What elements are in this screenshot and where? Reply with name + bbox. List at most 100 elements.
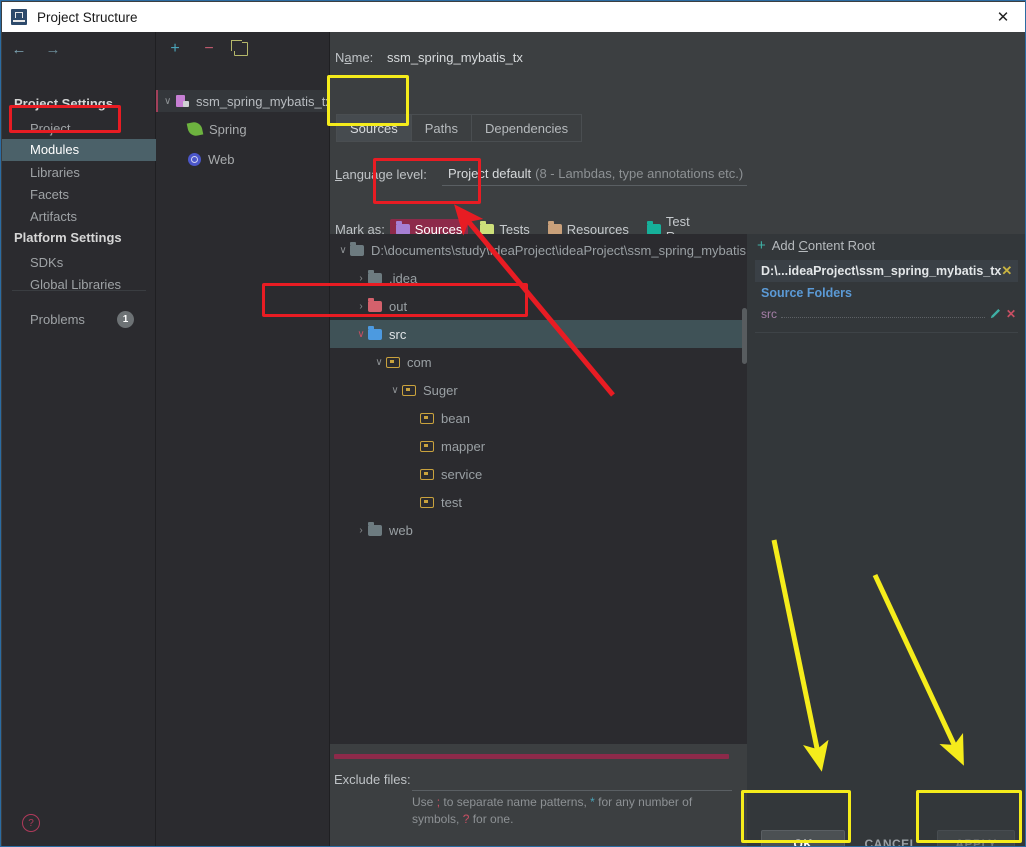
module-name-row: Name: ssm_spring_mybatis_tx xyxy=(335,50,523,65)
sidebar-item-artifacts[interactable]: Artifacts xyxy=(2,206,156,228)
tab-sources[interactable]: Sources xyxy=(336,114,411,142)
tree-row-label: service xyxy=(441,466,483,482)
tree-row-suger[interactable]: ∨ Suger xyxy=(330,376,747,404)
tree-row-content-root[interactable]: ∨ D:\documents\study\IdeaProject\ideaPro… xyxy=(330,236,747,264)
chevron-down-icon[interactable]: ∨ xyxy=(354,329,368,340)
close-icon[interactable]: ✕ xyxy=(980,2,1025,32)
module-facet-spring[interactable]: Spring xyxy=(156,118,330,140)
editor-tabs: Sources Paths Dependencies xyxy=(336,114,583,142)
package-icon xyxy=(420,468,434,480)
sidebar-item-modules[interactable]: Modules xyxy=(2,139,156,161)
sidebar-item-sdks[interactable]: SDKs xyxy=(2,252,156,274)
sidebar-item-global-libraries[interactable]: Global Libraries xyxy=(2,274,156,296)
tree-row-idea[interactable]: › .idea xyxy=(330,264,747,292)
ok-button[interactable]: OK xyxy=(761,830,845,846)
folder-sources-icon xyxy=(395,220,410,235)
folder-source-icon xyxy=(368,325,382,340)
tree-row-label: test xyxy=(441,494,462,510)
folder-icon xyxy=(350,241,364,256)
module-editor-panel: Name: ssm_spring_mybatis_tx Sources Path… xyxy=(330,32,829,846)
sidebar-group-project-settings: Project Settings xyxy=(14,96,113,111)
package-icon xyxy=(402,384,416,396)
language-level-value: Project default xyxy=(448,166,532,181)
tree-row-com[interactable]: ∨ com xyxy=(330,348,747,376)
module-icon xyxy=(176,95,190,107)
exclude-files-hint: Use ; to separate name patterns, * for a… xyxy=(412,794,732,828)
module-toolbar: + − xyxy=(156,36,330,62)
sidebar-divider xyxy=(12,290,146,291)
dialog-body: ← → Project Settings Project Modules Lib… xyxy=(2,32,1025,846)
chevron-down-icon[interactable]: ∨ xyxy=(336,245,350,256)
tab-paths[interactable]: Paths xyxy=(410,114,471,142)
language-level-label: Language level: xyxy=(335,166,427,182)
tree-row-label: mapper xyxy=(441,438,486,454)
pencil-icon[interactable] xyxy=(986,306,1003,323)
help-icon[interactable]: ? xyxy=(22,814,40,832)
forward-icon[interactable]: → xyxy=(44,40,62,58)
settings-sidebar: ← → Project Settings Project Modules Lib… xyxy=(2,32,156,846)
module-name-value[interactable]: ssm_spring_mybatis_tx xyxy=(387,50,523,65)
hint-end: for one. xyxy=(469,812,514,826)
tree-row-bean[interactable]: bean xyxy=(330,404,747,432)
module-facet-web[interactable]: Web xyxy=(156,148,330,170)
intellij-idea-icon xyxy=(11,9,27,25)
remove-content-root-icon[interactable]: ✕ xyxy=(1001,263,1012,279)
package-icon xyxy=(420,440,434,452)
apply-button[interactable]: APPLY xyxy=(937,830,1015,846)
module-editor-header: Name: ssm_spring_mybatis_tx Sources Path… xyxy=(330,32,829,244)
window-title: Project Structure xyxy=(37,9,138,25)
tree-row-label: web xyxy=(389,522,413,538)
chevron-down-icon[interactable]: ∨ xyxy=(388,385,402,396)
right-panel-divider xyxy=(755,332,1018,333)
add-module-icon[interactable]: + xyxy=(166,40,184,58)
module-name-label: Name: xyxy=(335,50,374,65)
project-structure-dialog: Project Structure ✕ ← → Project Settings… xyxy=(0,0,1026,847)
content-root-path: D:\...ideaProject\ssm_spring_mybatis_tx xyxy=(761,264,1002,278)
tree-row-web[interactable]: › web xyxy=(330,516,747,544)
title-bar: Project Structure ✕ xyxy=(2,2,1025,32)
delete-source-folder-icon[interactable]: ✕ xyxy=(1006,307,1016,321)
source-folder-row[interactable]: src ✕ xyxy=(761,305,1016,323)
tab-dependencies[interactable]: Dependencies xyxy=(470,114,583,142)
sidebar-item-problems[interactable]: Problems 1 xyxy=(2,307,156,331)
tree-row-label: src xyxy=(389,326,407,342)
sidebar-group-platform-settings: Platform Settings xyxy=(14,230,122,245)
tree-row-label: out xyxy=(389,298,408,314)
sidebar-item-project[interactable]: Project xyxy=(2,118,156,140)
copy-module-icon[interactable] xyxy=(231,40,248,56)
add-content-root-button[interactable]: + Add Content Root xyxy=(757,238,875,253)
module-list-panel: + − ∨ ssm_spring_mybatis_tx Spring Web xyxy=(156,32,332,846)
tree-row-test[interactable]: test xyxy=(330,488,747,516)
problems-count-badge: 1 xyxy=(117,310,134,328)
chevron-right-icon[interactable]: › xyxy=(354,525,368,536)
back-icon[interactable]: ← xyxy=(10,40,28,58)
tree-row-label: com xyxy=(407,354,432,370)
tree-row-src[interactable]: ∨ src xyxy=(330,320,747,348)
folder-excluded-icon xyxy=(368,297,382,312)
folder-tests-icon xyxy=(480,220,495,235)
tree-row-service[interactable]: service xyxy=(330,460,747,488)
chevron-down-icon[interactable]: ∨ xyxy=(164,96,176,107)
exclude-files-area: Exclude files: Use ; to separate name pa… xyxy=(330,744,747,846)
folder-test-resources-icon xyxy=(646,220,661,235)
content-root-row[interactable]: D:\...ideaProject\ssm_spring_mybatis_tx … xyxy=(755,260,1018,282)
web-icon xyxy=(188,152,201,166)
folder-icon xyxy=(368,269,382,284)
folder-icon xyxy=(368,521,382,536)
chevron-right-icon[interactable]: › xyxy=(354,301,368,312)
chevron-right-icon[interactable]: › xyxy=(354,273,368,284)
sidebar-item-facets[interactable]: Facets xyxy=(2,184,156,206)
tree-row-mapper[interactable]: mapper xyxy=(330,432,747,460)
tree-row-label: bean xyxy=(441,410,470,426)
module-facet-label: Spring xyxy=(209,121,247,137)
right-panel-top-spacer xyxy=(747,32,1025,234)
language-level-select[interactable]: Project default (8 - Lambdas, type annot… xyxy=(442,162,795,186)
sidebar-item-libraries[interactable]: Libraries xyxy=(2,162,156,184)
module-tree-root[interactable]: ∨ ssm_spring_mybatis_tx xyxy=(156,90,332,112)
content-roots-panel: + Add Content Root D:\...ideaProject\ssm… xyxy=(747,32,1025,846)
tree-row-out[interactable]: › out xyxy=(330,292,747,320)
chevron-down-icon[interactable]: ∨ xyxy=(372,357,386,368)
exclude-files-input[interactable] xyxy=(412,770,732,791)
remove-module-icon[interactable]: − xyxy=(200,40,218,58)
cancel-button[interactable]: CANCEL xyxy=(853,830,929,846)
